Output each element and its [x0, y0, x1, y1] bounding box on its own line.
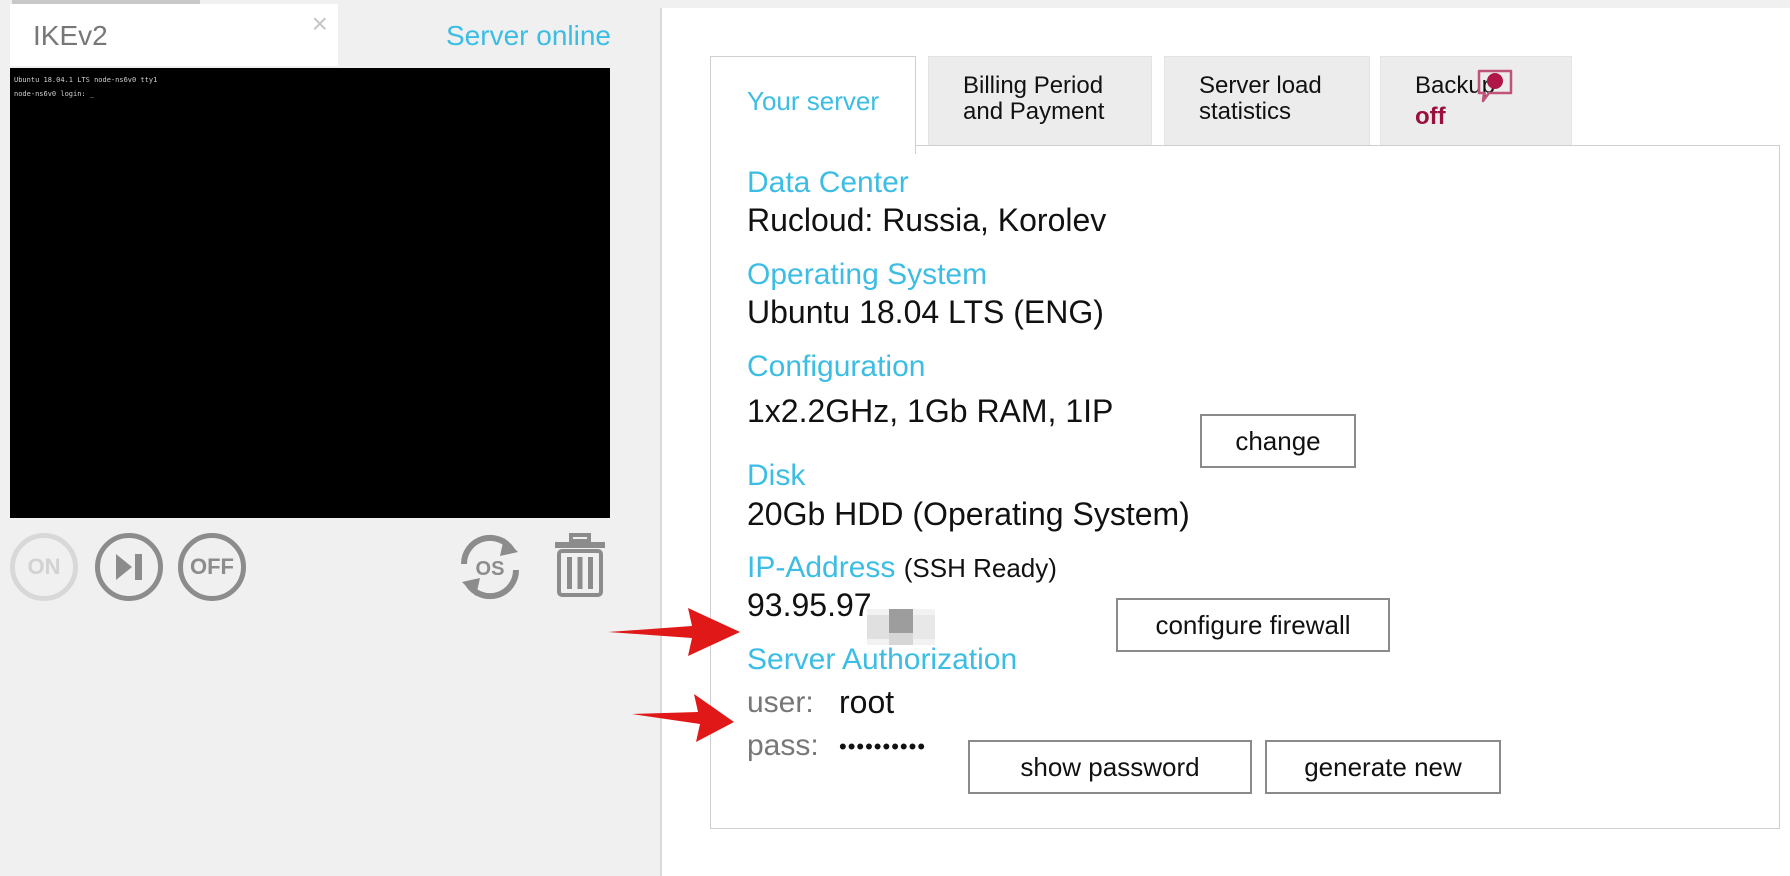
- change-button[interactable]: change: [1200, 414, 1356, 468]
- server-status: Server online: [446, 20, 611, 51]
- data-center-label: Data Center: [747, 166, 909, 199]
- pass-value: ••••••••••: [839, 734, 927, 759]
- server-tab-name: IKEv2: [33, 20, 108, 51]
- tab-your-server[interactable]: Your server: [710, 56, 916, 154]
- server-details-panel: Your server Billing Period and Payment S…: [662, 8, 1790, 876]
- power-off-label: OFF: [190, 554, 234, 579]
- tab-label: Server load statistics: [1199, 72, 1322, 126]
- power-on-label: ON: [27, 554, 61, 579]
- tab-billing[interactable]: Billing Period and Payment: [928, 56, 1152, 152]
- tab-label: Billing Period and Payment: [963, 72, 1105, 126]
- chat-icon[interactable]: [1475, 67, 1515, 107]
- restart-glyph: [116, 554, 142, 580]
- configuration-label: Configuration: [747, 350, 926, 383]
- redacted-ip-mask: [867, 609, 935, 645]
- tab-label: Your server: [747, 86, 879, 116]
- reinstall-os-icon[interactable]: OS: [450, 528, 530, 606]
- ip-value: 93.95.97.: [747, 587, 881, 623]
- server-tab[interactable]: IKEv2 ×: [10, 4, 338, 66]
- server-console[interactable]: Ubuntu 18.04.1 LTS node-ns6v0 tty1 node-…: [10, 68, 610, 518]
- console-line: node-ns6v0 login: _: [14, 90, 95, 98]
- annotation-arrow-icon: [608, 608, 740, 656]
- show-password-button[interactable]: show password: [968, 740, 1252, 794]
- console-line: Ubuntu 18.04.1 LTS node-ns6v0 tty1: [14, 76, 158, 84]
- user-key: user:: [747, 686, 814, 719]
- configuration-value: 1x2.2GHz, 1Gb RAM, 1IP: [747, 393, 1114, 429]
- os-value: Ubuntu 18.04 LTS (ENG): [747, 294, 1104, 330]
- data-center-value: Rucloud: Russia, Korolev: [747, 202, 1107, 238]
- pass-key: pass:: [747, 729, 819, 762]
- configure-firewall-button[interactable]: configure firewall: [1116, 598, 1390, 652]
- user-value: root: [839, 684, 895, 720]
- generate-new-button[interactable]: generate new: [1265, 740, 1501, 794]
- restart-icon[interactable]: [95, 533, 163, 601]
- close-icon[interactable]: ×: [312, 10, 328, 38]
- trash-icon[interactable]: [553, 533, 607, 597]
- tab-load-statistics[interactable]: Server load statistics: [1164, 56, 1370, 152]
- ip-label: IP-Address: [747, 551, 896, 584]
- tab-backup[interactable]: Backup off: [1380, 56, 1572, 152]
- os-label: Operating System: [747, 258, 988, 291]
- disk-value: 20Gb HDD (Operating System): [747, 496, 1190, 532]
- auth-label: Server Authorization: [747, 643, 1018, 676]
- ip-label-row: IP-Address (SSH Ready): [747, 551, 1057, 585]
- annotation-arrow-icon: [632, 694, 734, 742]
- backup-status-badge: off: [1415, 103, 1446, 130]
- server-info-box: Data Center Rucloud: Russia, Korolev Ope…: [710, 145, 1780, 829]
- ip-note: (SSH Ready): [903, 553, 1057, 583]
- reinstall-os-label: OS: [476, 558, 505, 580]
- disk-label: Disk: [747, 459, 806, 492]
- control-panel: IKEv2 × Server online Ubuntu 18.04.1 LTS…: [0, 0, 1790, 876]
- power-on-icon[interactable]: ON: [10, 533, 78, 601]
- power-off-icon[interactable]: OFF: [178, 533, 246, 601]
